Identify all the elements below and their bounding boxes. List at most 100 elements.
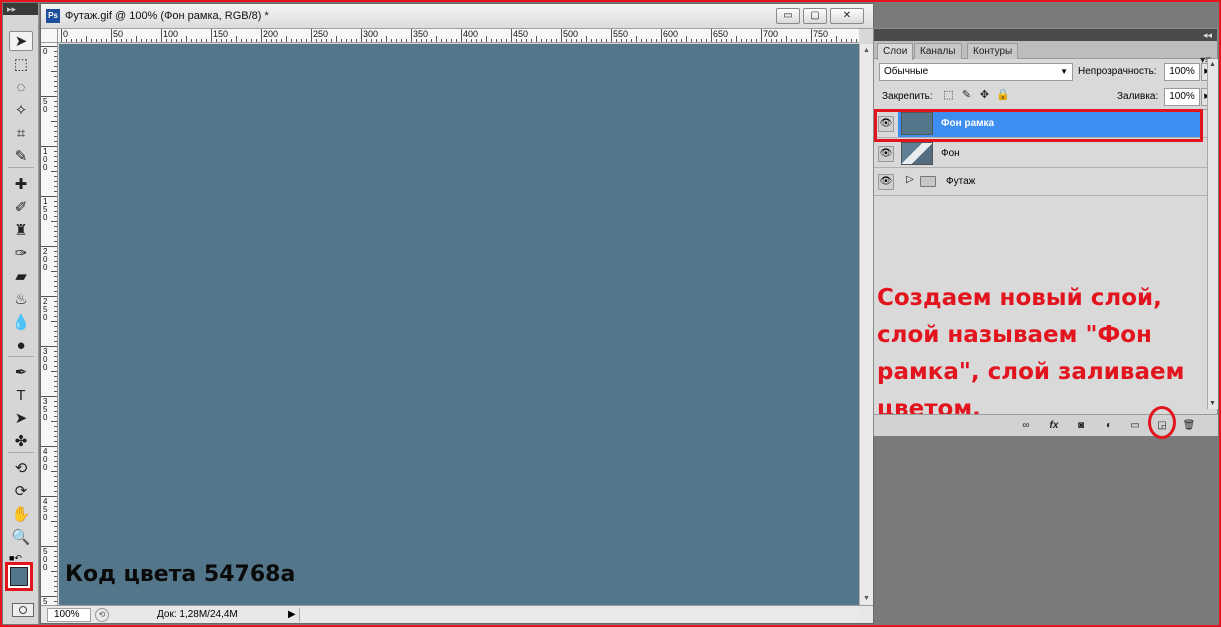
collapse-panel-icon[interactable]: ◂◂ [1203,29,1212,41]
group-icon[interactable]: ▭ [1127,419,1143,433]
toolbox-header[interactable]: ▸▸ [3,3,38,15]
scroll-down-icon[interactable]: ▼ [1209,400,1216,407]
blur-tool-icon[interactable]: 💧 [9,312,33,332]
ruler-minor-tick [54,231,57,232]
new-layer-icon[interactable]: ◲ [1154,419,1170,433]
layer-row-fon[interactable]: 👁 Фон [874,140,1207,168]
ruler-minor-tick [54,556,57,557]
zoom-tool-icon[interactable]: 🔍 [9,527,33,547]
tab-layers[interactable]: Слои [877,43,914,60]
lock-all-icon[interactable]: 🔒 [996,89,1010,102]
document-titlebar[interactable]: Ps Футаж.gif @ 100% (Фон рамка, RGB/8) *… [41,4,873,29]
ruler-minor-tick [54,306,57,307]
ruler-minor-tick [51,321,57,322]
ruler-minor-tick [546,39,547,42]
brush-tool-icon[interactable]: ✐ [9,197,33,217]
scroll-up-icon[interactable]: ▲ [863,47,870,54]
ruler-minor-tick [601,39,602,42]
minimize-button[interactable]: ▭ [776,8,800,24]
ruler-label: 5 [43,597,48,606]
3d-orbit-tool-icon[interactable]: ⟳ [9,481,33,501]
marquee-tool-icon[interactable]: ⬚ [9,54,33,74]
ruler-minor-tick [316,39,317,42]
move-tool-icon[interactable]: ➤ [9,31,33,51]
trash-icon[interactable]: 🗑 [1181,419,1197,433]
ruler-label: 750 [813,29,829,39]
visibility-eye-icon[interactable]: 👁 [878,146,894,162]
eyedropper-tool-icon[interactable]: ✎ [9,146,33,166]
link-icon[interactable]: ∞ [1018,419,1034,433]
blend-mode-select[interactable]: Обычные ▼ [879,63,1073,81]
expand-group-icon[interactable]: ▷ [906,174,914,185]
ruler-minor-tick [54,486,57,487]
ruler-minor-tick [176,39,177,42]
ruler-minor-tick [681,39,682,42]
document-canvas[interactable]: Код цвета 54768a [59,44,859,605]
hand-tool-icon[interactable]: ✋ [9,504,33,524]
vertical-scrollbar[interactable]: ▲ ▼ [859,44,873,605]
visibility-eye-icon[interactable]: 👁 [878,174,894,190]
stamp-tool-icon[interactable]: ♜ [9,220,33,240]
lasso-tool-icon[interactable]: ◌ [9,77,33,97]
ruler-minor-tick [191,39,192,42]
ruler-minor-tick [326,39,327,42]
layer-body[interactable]: ▷ Футаж [898,168,1201,195]
shape-tool-icon[interactable]: ✤ [9,431,33,451]
lock-pixels-icon[interactable]: ✎ [960,89,973,102]
ruler-minor-tick [54,441,57,442]
panel-header[interactable]: ◂◂ [874,29,1217,41]
horizontal-scrollbar[interactable] [299,608,859,622]
close-button[interactable]: ✕ [830,8,864,24]
path-select-tool-icon[interactable]: ➤ [9,408,33,428]
pen-tool-icon[interactable]: ✒ [9,362,33,382]
layer-body[interactable]: Фон [898,140,1201,167]
ruler-minor-tick [516,39,517,42]
ruler-minor-tick [91,39,92,42]
tab-channels[interactable]: Каналы [914,43,962,59]
adjustment-icon[interactable]: ◐ [1101,419,1117,433]
type-tool-icon[interactable]: T [9,385,33,405]
zoom-level-field[interactable]: 100% [47,608,91,622]
history-brush-tool-icon[interactable]: ✑ [9,243,33,263]
mask-icon[interactable]: ◙ [1073,419,1089,433]
layer-row-futazh-group[interactable]: 👁 ▷ Футаж [874,168,1207,196]
horizontal-ruler[interactable]: 0 50 100 150 200 250 300 350 400 450 500 550 600 650 7… [58,29,859,43]
3d-rotate-tool-icon[interactable]: ⟲ [9,458,33,478]
panel-scrollbar[interactable]: ▲ ▼ [1207,59,1218,409]
ruler-label: 600 [663,29,679,39]
ruler-minor-tick [691,39,692,42]
layer-body[interactable]: Фон рамка [898,110,1201,137]
quick-mask-button[interactable] [12,603,34,617]
ruler-minor-tick [54,101,57,102]
toolbox-separator [8,167,34,168]
restore-button[interactable]: ▢ [803,8,827,24]
toolbox-separator [8,452,34,453]
foreground-color-swatch[interactable] [5,562,33,591]
opacity-field[interactable]: 100% [1164,63,1200,81]
ruler-minor-tick [521,39,522,42]
layer-row-fon-ramka[interactable]: 👁 Фон рамка [874,110,1207,138]
fill-field[interactable]: 100% [1164,88,1200,106]
healing-tool-icon[interactable]: ✚ [9,174,33,194]
layer-thumbnail [901,142,933,165]
ruler-minor-tick [441,39,442,42]
crop-tool-icon[interactable]: ⌗ [9,123,33,143]
vertical-ruler[interactable]: 0 50 100 150 200 250 300 350 400 450 500 5 [41,43,58,605]
bucket-tool-icon[interactable]: ♨ [9,289,33,309]
dodge-tool-icon[interactable]: ● [9,335,33,355]
lock-position-icon[interactable]: ✥ [978,89,991,102]
scroll-down-icon[interactable]: ▼ [863,595,870,602]
magic-wand-tool-icon[interactable]: ✧ [9,100,33,120]
status-menu-arrow-icon[interactable]: ▶ [288,609,298,621]
eraser-tool-icon[interactable]: ▰ [9,266,33,286]
status-info-icon[interactable]: ⟲ [95,608,109,622]
visibility-eye-icon[interactable]: 👁 [878,116,894,132]
scroll-up-icon[interactable]: ▲ [1209,61,1216,68]
tab-paths[interactable]: Контуры [967,43,1019,59]
lock-transparency-icon[interactable]: ⬚ [942,89,955,102]
ruler-minor-tick [171,39,172,42]
ruler-minor-tick [386,36,387,42]
ruler-label: 150 [213,29,229,39]
ruler-corner[interactable] [41,29,58,43]
fx-icon[interactable]: fx [1046,419,1062,433]
